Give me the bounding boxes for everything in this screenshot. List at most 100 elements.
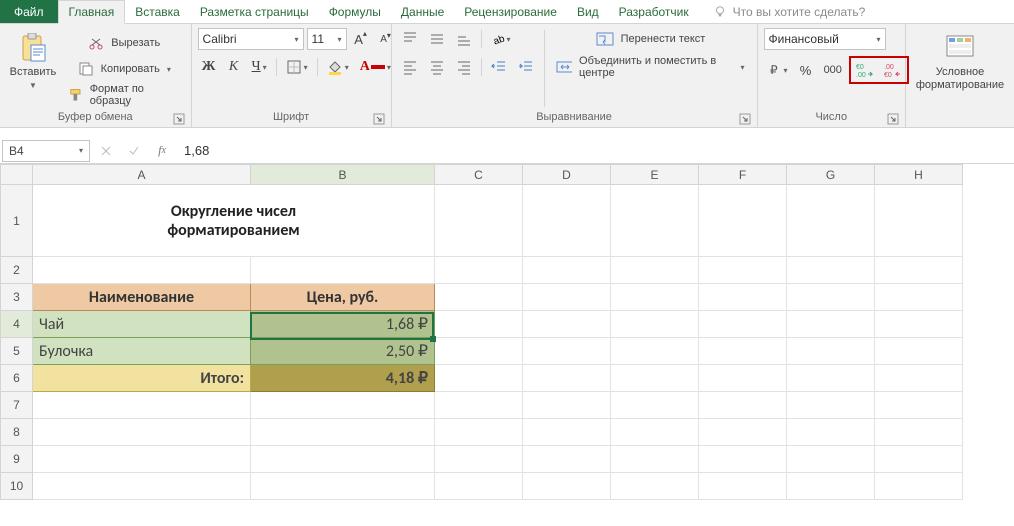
- cell-B4[interactable]: 1,68 ₽: [251, 311, 435, 338]
- orientation-button[interactable]: ab▾: [487, 28, 515, 50]
- col-header-G[interactable]: G: [787, 165, 875, 185]
- number-format-combo[interactable]: Финансовый▾: [764, 28, 886, 50]
- cell-A1[interactable]: Округление чисел форматированием: [33, 185, 435, 257]
- cell-H9[interactable]: [875, 446, 963, 473]
- dialog-launcher-icon[interactable]: [739, 113, 751, 125]
- tab-page-layout[interactable]: Разметка страницы: [190, 0, 319, 23]
- row-header-4[interactable]: 4: [1, 311, 33, 338]
- cell-F4[interactable]: [699, 311, 787, 338]
- cell-A9[interactable]: [33, 446, 251, 473]
- col-header-B[interactable]: B: [251, 165, 435, 185]
- cell-F9[interactable]: [699, 446, 787, 473]
- cut-button[interactable]: Вырезать: [64, 32, 185, 54]
- tab-formulas[interactable]: Формулы: [319, 0, 391, 23]
- cell-C6[interactable]: [435, 365, 523, 392]
- cell-B3[interactable]: Цена, руб.: [251, 284, 435, 311]
- column-headers[interactable]: A B C D E F G H: [1, 165, 963, 185]
- cell-G8[interactable]: [787, 419, 875, 446]
- cell-D10[interactable]: [523, 473, 611, 500]
- row-header-1[interactable]: 1: [1, 185, 33, 257]
- align-center-button[interactable]: [425, 56, 449, 78]
- format-painter-button[interactable]: Формат по образцу: [64, 84, 185, 106]
- cell-H4[interactable]: [875, 311, 963, 338]
- align-middle-button[interactable]: [425, 28, 449, 50]
- underline-button[interactable]: Ч▾: [248, 56, 271, 78]
- cell-F8[interactable]: [699, 419, 787, 446]
- cancel-formula-button[interactable]: [94, 140, 118, 162]
- merge-center-button[interactable]: Объединить и поместить в центре ▾: [550, 56, 750, 78]
- cell-D9[interactable]: [523, 446, 611, 473]
- italic-button[interactable]: К: [223, 56, 245, 78]
- cell-C9[interactable]: [435, 446, 523, 473]
- cell-G9[interactable]: [787, 446, 875, 473]
- cell-E8[interactable]: [611, 419, 699, 446]
- row-header-8[interactable]: 8: [1, 419, 33, 446]
- tab-data[interactable]: Данные: [391, 0, 454, 23]
- cell-H8[interactable]: [875, 419, 963, 446]
- row-header-10[interactable]: 10: [1, 473, 33, 500]
- dialog-launcher-icon[interactable]: [887, 113, 899, 125]
- copy-button[interactable]: Копировать ▾: [64, 58, 185, 80]
- cell-H7[interactable]: [875, 392, 963, 419]
- cell-C7[interactable]: [435, 392, 523, 419]
- row-header-2[interactable]: 2: [1, 257, 33, 284]
- cell-B2[interactable]: [251, 257, 435, 284]
- cell-C5[interactable]: [435, 338, 523, 365]
- cell-G6[interactable]: [787, 365, 875, 392]
- col-header-C[interactable]: C: [435, 165, 523, 185]
- cell-C1[interactable]: [435, 185, 523, 257]
- align-top-button[interactable]: [398, 28, 422, 50]
- cell-C2[interactable]: [435, 257, 523, 284]
- cell-G3[interactable]: [787, 284, 875, 311]
- paste-button[interactable]: Вставить▼: [6, 28, 60, 92]
- cell-F10[interactable]: [699, 473, 787, 500]
- row-header-7[interactable]: 7: [1, 392, 33, 419]
- decrease-indent-button[interactable]: [487, 56, 511, 78]
- cell-A3[interactable]: Наименование: [33, 284, 251, 311]
- cell-E6[interactable]: [611, 365, 699, 392]
- increase-decimal-button[interactable]: €0.00: [852, 59, 878, 81]
- dialog-launcher-icon[interactable]: [373, 113, 385, 125]
- cell-E9[interactable]: [611, 446, 699, 473]
- borders-button[interactable]: ▾: [282, 56, 312, 78]
- cell-B10[interactable]: [251, 473, 435, 500]
- col-header-E[interactable]: E: [611, 165, 699, 185]
- cell-E5[interactable]: [611, 338, 699, 365]
- cell-G2[interactable]: [787, 257, 875, 284]
- cell-G5[interactable]: [787, 338, 875, 365]
- cell-B7[interactable]: [251, 392, 435, 419]
- cell-D5[interactable]: [523, 338, 611, 365]
- fill-handle[interactable]: [430, 336, 436, 342]
- increase-indent-button[interactable]: [514, 56, 538, 78]
- row-header-6[interactable]: 6: [1, 365, 33, 392]
- tab-file[interactable]: Файл: [0, 0, 58, 23]
- percent-button[interactable]: %: [795, 59, 817, 81]
- cell-D1[interactable]: [523, 185, 611, 257]
- cell-C3[interactable]: [435, 284, 523, 311]
- align-bottom-button[interactable]: [452, 28, 476, 50]
- align-right-button[interactable]: [452, 56, 476, 78]
- cell-B8[interactable]: [251, 419, 435, 446]
- cell-F3[interactable]: [699, 284, 787, 311]
- cell-A5[interactable]: Булочка: [33, 338, 251, 365]
- cell-G7[interactable]: [787, 392, 875, 419]
- font-color-button[interactable]: А ▾: [356, 56, 395, 78]
- cell-B9[interactable]: [251, 446, 435, 473]
- col-header-A[interactable]: A: [33, 165, 251, 185]
- decrease-decimal-button[interactable]: .00€0: [880, 59, 906, 81]
- font-size-combo[interactable]: 11▾: [307, 28, 347, 50]
- cell-A8[interactable]: [33, 419, 251, 446]
- cell-F2[interactable]: [699, 257, 787, 284]
- cell-E1[interactable]: [611, 185, 699, 257]
- insert-function-button[interactable]: fx: [150, 140, 174, 162]
- cell-H10[interactable]: [875, 473, 963, 500]
- worksheet[interactable]: A B C D E F G H 1 Округление чисел форма…: [0, 164, 1014, 526]
- cell-B6[interactable]: 4,18 ₽: [251, 365, 435, 392]
- tab-review[interactable]: Рецензирование: [454, 0, 567, 23]
- row-header-3[interactable]: 3: [1, 284, 33, 311]
- cell-G1[interactable]: [787, 185, 875, 257]
- cell-E7[interactable]: [611, 392, 699, 419]
- fill-color-button[interactable]: ▾: [323, 56, 353, 78]
- cell-D3[interactable]: [523, 284, 611, 311]
- select-all-corner[interactable]: [1, 165, 33, 185]
